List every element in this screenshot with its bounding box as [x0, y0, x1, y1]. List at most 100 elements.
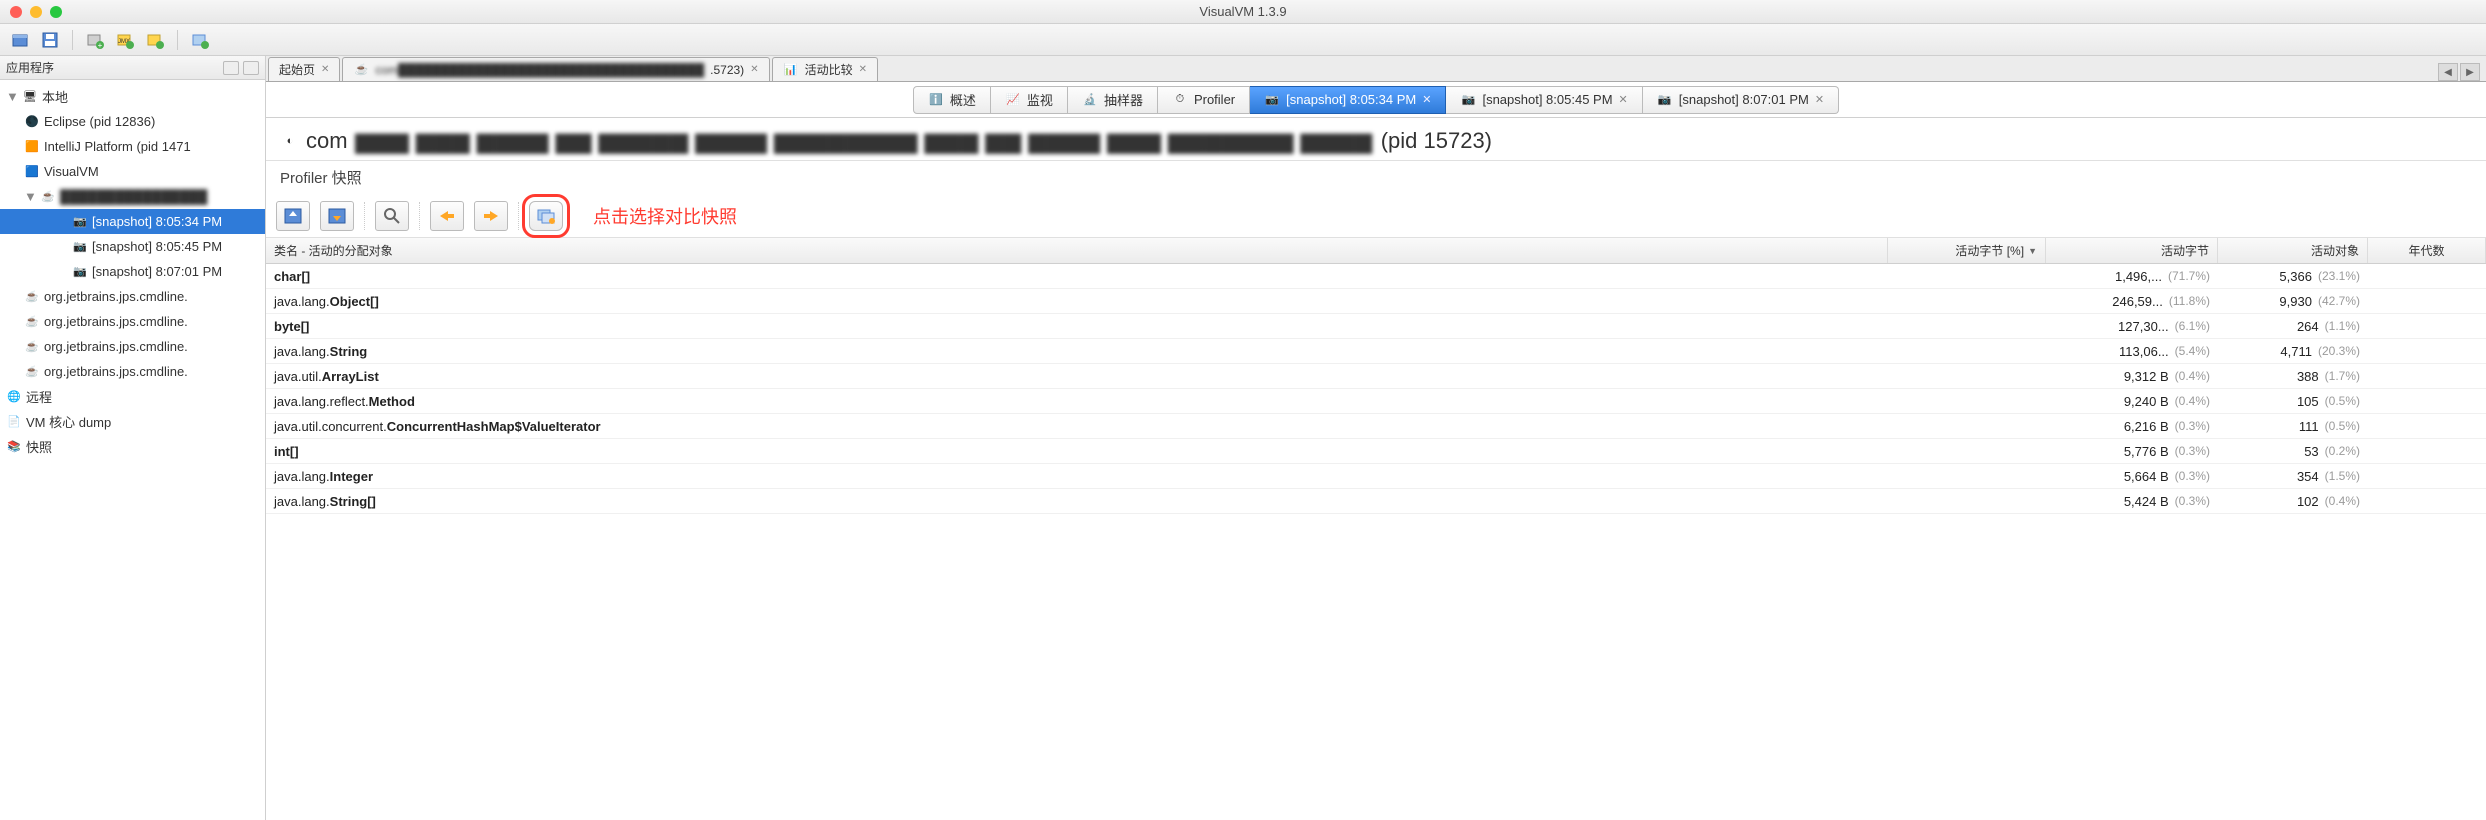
add-coredump-button[interactable]: [143, 28, 167, 52]
tree-node-snapshot-2[interactable]: 📷[snapshot] 8:05:45 PM: [0, 234, 265, 259]
column-objects[interactable]: 活动对象: [2218, 238, 2368, 263]
table-row[interactable]: java.util.ArrayList 9,312 B(0.4%)388(1.7%…: [266, 364, 2486, 389]
cell-bytes: 127,30...(6.1%): [2046, 319, 2218, 334]
tab-scroll-right-button[interactable]: ▶: [2460, 63, 2480, 81]
table-row[interactable]: int[]5,776 B(0.3%)53(0.2%): [266, 439, 2486, 464]
intellij-icon: 🟧: [24, 139, 40, 155]
column-bytes-pct[interactable]: 活动字节 [%]▼: [1888, 238, 2046, 263]
save-snapshot-button[interactable]: [276, 201, 310, 231]
subtab-profiler[interactable]: ⏱Profiler: [1158, 86, 1250, 114]
tree-node-jps-3[interactable]: ☕org.jetbrains.jps.cmdline.: [0, 334, 265, 359]
subtab-snapshot-2[interactable]: 📷[snapshot] 8:05:45 PM✕: [1446, 86, 1642, 114]
subtab-snapshot-3[interactable]: 📷[snapshot] 8:07:01 PM✕: [1643, 86, 1839, 114]
forward-button[interactable]: [474, 201, 508, 231]
find-button[interactable]: [375, 201, 409, 231]
tree-node-snapshots[interactable]: 📚快照: [0, 434, 265, 459]
tree-node-eclipse[interactable]: 🌑Eclipse (pid 12836): [0, 109, 265, 134]
compare-snapshot-button[interactable]: [529, 201, 563, 231]
minimize-window-button[interactable]: [30, 6, 42, 18]
close-icon[interactable]: ✕: [1422, 93, 1431, 106]
table-row[interactable]: java.lang.String113,06...(5.4%)4,711(20.…: [266, 339, 2486, 364]
loading-icon: ◐: [282, 133, 298, 149]
tree-node-jps-4[interactable]: ☕org.jetbrains.jps.cmdline.: [0, 359, 265, 384]
toolbar-separator: [518, 202, 519, 230]
monitor-icon: 📈: [1005, 92, 1021, 108]
open-file-button[interactable]: [8, 28, 32, 52]
java-icon: ☕: [24, 339, 40, 355]
cell-bytes: 9,312 B(0.4%): [2046, 369, 2218, 384]
tree-node-snapshot-3[interactable]: 📷[snapshot] 8:07:01 PM: [0, 259, 265, 284]
close-window-button[interactable]: [10, 6, 22, 18]
close-icon[interactable]: ✕: [859, 64, 867, 75]
close-icon[interactable]: ✕: [750, 64, 758, 75]
cell-bytes: 5,424 B(0.3%): [2046, 494, 2218, 509]
sidebar-minimize-button[interactable]: [243, 61, 259, 75]
table-row[interactable]: java.util.concurrent.ConcurrentHashMap$V…: [266, 414, 2486, 439]
cell-classname: java.lang.reflect.Method: [266, 394, 1888, 409]
cell-classname: java.util.ArrayList: [266, 369, 1888, 384]
content-area: 起始页✕ ☕com███████████████████████████████…: [266, 56, 2486, 820]
tree-node-jps-1[interactable]: ☕org.jetbrains.jps.cmdline.: [0, 284, 265, 309]
subtab-snapshot-1[interactable]: 📷[snapshot] 8:05:34 PM✕: [1250, 86, 1446, 114]
window-titlebar: VisualVM 1.3.9: [0, 0, 2486, 24]
toolbar-separator: [72, 30, 73, 50]
save-button[interactable]: [38, 28, 62, 52]
close-icon[interactable]: ✕: [1815, 93, 1824, 106]
column-classname[interactable]: 类名 - 活动的分配对象: [266, 238, 1888, 263]
snapshot-icon: 📷: [1657, 92, 1673, 108]
table-row[interactable]: java.lang.Object[]246,59...(11.8%)9,930(…: [266, 289, 2486, 314]
add-jmx-button[interactable]: JMX: [113, 28, 137, 52]
tree-node-local[interactable]: ▼🖥本地: [0, 84, 265, 109]
add-local-button[interactable]: +: [83, 28, 107, 52]
cell-objects: 354(1.5%): [2218, 469, 2368, 484]
window-controls: [0, 6, 62, 18]
tree-node-vm-coredump[interactable]: 📄VM 核心 dump: [0, 409, 265, 434]
column-generations[interactable]: 年代数: [2368, 238, 2486, 263]
applications-tree: ▼🖥本地 🌑Eclipse (pid 12836) 🟧IntelliJ Plat…: [0, 80, 265, 463]
cell-bytes: 113,06...(5.4%): [2046, 344, 2218, 359]
subtab-overview[interactable]: ℹ️概述: [913, 86, 991, 114]
toolbar-separator: [419, 202, 420, 230]
applications-sidebar: 应用程序 ▼🖥本地 🌑Eclipse (pid 12836) 🟧IntelliJ…: [0, 56, 266, 820]
cell-objects: 388(1.7%): [2218, 369, 2368, 384]
snapshot-icon: 📷: [72, 264, 88, 280]
tab-compare[interactable]: 📊活动比较✕: [772, 57, 878, 81]
cell-classname: java.lang.Integer: [266, 469, 1888, 484]
subtab-monitor[interactable]: 📈监视: [991, 86, 1068, 114]
tree-node-remote[interactable]: 🌐远程: [0, 384, 265, 409]
export-snapshot-button[interactable]: [320, 201, 354, 231]
tree-node-snapshot-1[interactable]: 📷[snapshot] 8:05:34 PM: [0, 209, 265, 234]
table-row[interactable]: char[]1,496,...(71.7%)5,366(23.1%): [266, 264, 2486, 289]
tab-app-obscured[interactable]: ☕com████████████████████████████████████…: [342, 57, 769, 81]
toolbar-separator: [177, 30, 178, 50]
sidebar-title: 应用程序: [6, 59, 54, 76]
java-icon: ☕: [353, 62, 369, 78]
snapshots-icon: 📚: [6, 439, 22, 455]
table-row[interactable]: byte[]127,30...(6.1%)264(1.1%): [266, 314, 2486, 339]
tree-node-jps-2[interactable]: ☕org.jetbrains.jps.cmdline.: [0, 309, 265, 334]
svg-text:+: +: [98, 41, 103, 49]
java-icon: ☕: [24, 364, 40, 380]
tab-start-page[interactable]: 起始页✕: [268, 57, 340, 81]
tree-node-app-obscured[interactable]: ▼☕████████████████: [0, 184, 265, 209]
profiler-snapshot-title: Profiler 快照: [266, 161, 2486, 194]
table-row[interactable]: java.lang.reflect.Method9,240 B(0.4%)105…: [266, 389, 2486, 414]
cell-classname: java.lang.String[]: [266, 494, 1888, 509]
close-icon[interactable]: ✕: [321, 64, 329, 75]
column-bytes[interactable]: 活动字节: [2046, 238, 2218, 263]
table-row[interactable]: java.lang.Integer5,664 B(0.3%)354(1.5%): [266, 464, 2486, 489]
tab-scroll-left-button[interactable]: ◀: [2438, 63, 2458, 81]
main-toolbar: + JMX: [0, 24, 2486, 56]
maximize-window-button[interactable]: [50, 6, 62, 18]
tree-node-visualvm[interactable]: 🟦VisualVM: [0, 159, 265, 184]
obscured-text: ▆▆▆ ▆▆▆ ▆▆▆▆ ▆▆ ▆▆▆▆▆ ▆▆▆▆ ▆▆▆▆▆▆▆▆ ▆▆▆ …: [356, 128, 1373, 154]
close-icon[interactable]: ✕: [1619, 93, 1628, 106]
subtab-sampler[interactable]: 🔬抽样器: [1068, 86, 1158, 114]
sidebar-prev-button[interactable]: [223, 61, 239, 75]
tree-node-intellij[interactable]: 🟧IntelliJ Platform (pid 1471: [0, 134, 265, 159]
back-button[interactable]: [430, 201, 464, 231]
table-row[interactable]: java.lang.String[]5,424 B(0.3%)102(0.4%): [266, 489, 2486, 514]
add-snapshot-button[interactable]: [188, 28, 212, 52]
cell-classname: int[]: [266, 444, 1888, 459]
cell-objects: 105(0.5%): [2218, 394, 2368, 409]
